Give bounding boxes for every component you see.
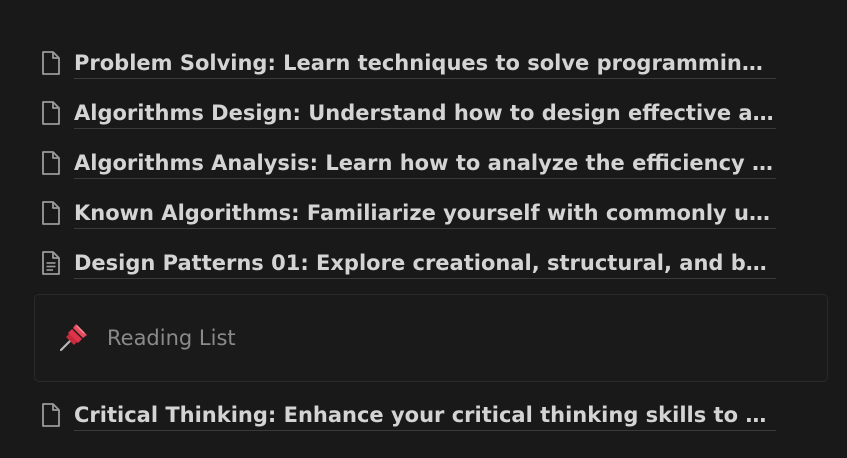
page-link-algorithms-design[interactable]: Algorithms Design: Understand how to des… bbox=[40, 95, 780, 131]
page-link-problem-solving[interactable]: Problem Solving: Learn techniques to sol… bbox=[40, 45, 780, 81]
page-icon bbox=[40, 200, 62, 226]
page-link-label: Design Patterns 01: Explore creational, … bbox=[74, 248, 776, 279]
pushpin-icon bbox=[55, 320, 91, 356]
page-link-algorithms-analysis[interactable]: Algorithms Analysis: Learn how to analyz… bbox=[40, 145, 780, 181]
page-link-critical-thinking[interactable]: Critical Thinking: Enhance your critical… bbox=[40, 397, 780, 433]
page-with-text-icon bbox=[40, 250, 62, 276]
page-icon bbox=[40, 50, 62, 76]
page-link-label: Algorithms Design: Understand how to des… bbox=[74, 98, 776, 129]
notion-page-body: Problem Solving: Learn techniques to sol… bbox=[0, 0, 847, 458]
page-link-label: Known Algorithms: Familiarize yourself w… bbox=[74, 198, 776, 229]
page-link-label: Algorithms Analysis: Learn how to analyz… bbox=[74, 148, 776, 179]
page-link-label: Critical Thinking: Enhance your critical… bbox=[74, 400, 776, 431]
page-link-known-algorithms[interactable]: Known Algorithms: Familiarize yourself w… bbox=[40, 195, 780, 231]
reading-list-callout[interactable]: Reading List bbox=[34, 294, 828, 382]
page-icon bbox=[40, 100, 62, 126]
page-link-design-patterns-01[interactable]: Design Patterns 01: Explore creational, … bbox=[40, 245, 780, 281]
page-icon bbox=[40, 150, 62, 176]
page-icon bbox=[40, 402, 62, 428]
callout-text: Reading List bbox=[107, 326, 236, 350]
page-link-label: Problem Solving: Learn techniques to sol… bbox=[74, 48, 776, 79]
